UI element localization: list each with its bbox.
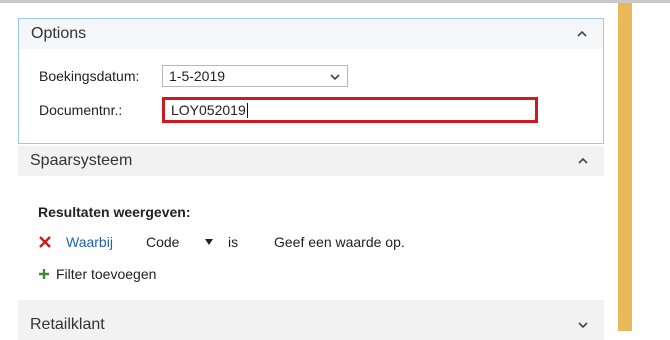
options-title: Options bbox=[31, 25, 87, 42]
options-section: Options Boekingsdatum: 1-5-2019 Document… bbox=[18, 18, 604, 144]
spaarsysteem-header[interactable]: Spaarsysteem bbox=[18, 146, 604, 176]
chevron-up-icon[interactable] bbox=[573, 25, 591, 43]
booking-date-select[interactable]: 1-5-2019 bbox=[162, 65, 348, 87]
remove-filter-icon[interactable] bbox=[38, 235, 56, 249]
caret-down-icon[interactable] bbox=[204, 239, 220, 245]
spaarsysteem-section: Spaarsysteem Resultaten weergeven: Waarb… bbox=[18, 146, 604, 296]
side-accent-strip bbox=[618, 3, 632, 331]
add-filter-label: Filter toevoegen bbox=[56, 266, 157, 282]
plus-icon bbox=[38, 267, 56, 281]
chevron-up-icon[interactable] bbox=[574, 152, 592, 170]
booking-date-value: 1-5-2019 bbox=[169, 68, 226, 84]
document-number-value: LOY052019 bbox=[171, 102, 246, 118]
chevron-down-icon[interactable] bbox=[574, 316, 592, 334]
window-top-border bbox=[0, 0, 670, 3]
booking-date-label: Boekingsdatum: bbox=[39, 68, 140, 84]
document-number-input[interactable]: LOY052019 bbox=[162, 97, 538, 123]
document-row: Documentnr.: LOY052019 bbox=[39, 97, 538, 123]
options-header[interactable]: Options bbox=[19, 19, 603, 49]
filter-field-link[interactable]: Waarbij bbox=[66, 234, 146, 250]
filter-heading: Resultaten weergeven: bbox=[38, 204, 191, 220]
retailklant-section: Retailklant bbox=[18, 300, 604, 340]
filter-value-input[interactable]: Geef een waarde op. bbox=[274, 234, 405, 250]
retailklant-title: Retailklant bbox=[30, 316, 105, 333]
filter-row: Waarbij Code is Geef een waarde op. bbox=[38, 234, 405, 250]
filter-field-name[interactable]: Code bbox=[146, 234, 204, 250]
retailklant-header[interactable]: Retailklant bbox=[18, 300, 604, 340]
document-label: Documentnr.: bbox=[39, 102, 123, 118]
filter-operator: is bbox=[228, 234, 239, 250]
add-filter-button[interactable]: Filter toevoegen bbox=[38, 266, 156, 282]
booking-date-row: Boekingsdatum: 1-5-2019 bbox=[39, 65, 348, 87]
text-caret bbox=[246, 102, 248, 118]
side-gap bbox=[608, 3, 618, 331]
chevron-down-icon[interactable] bbox=[329, 68, 341, 84]
spaarsysteem-title: Spaarsysteem bbox=[30, 152, 133, 169]
right-edge bbox=[632, 3, 670, 331]
